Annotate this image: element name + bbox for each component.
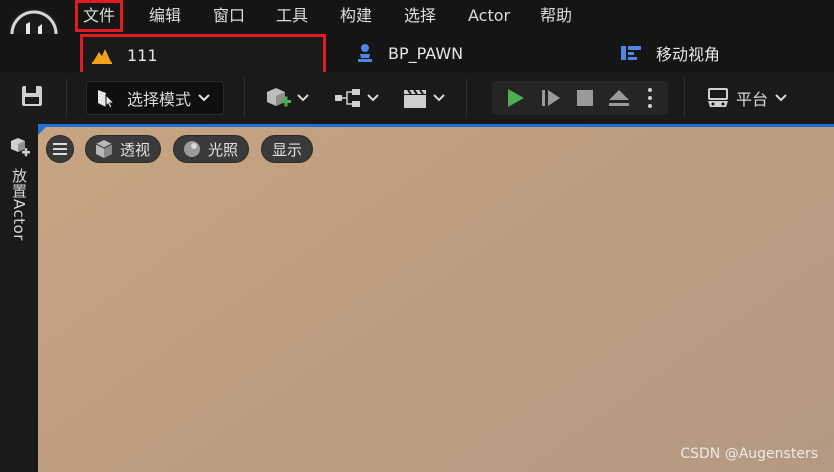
platforms-label: 平台 [736, 90, 769, 109]
play-controls [492, 81, 668, 115]
left-mode-panel: 放置Actor [0, 124, 38, 472]
cinematics-button[interactable] [402, 81, 446, 115]
place-actor-label[interactable]: 放置Actor [9, 168, 30, 241]
toolbar-separator [684, 78, 685, 118]
select-mode-icon [95, 87, 117, 109]
save-icon [20, 84, 44, 112]
add-cube-icon [264, 85, 292, 111]
add-actor-button[interactable] [264, 81, 310, 115]
clapperboard-icon [402, 87, 428, 109]
viewport-options-button[interactable] [46, 135, 74, 163]
perspective-label: 透视 [120, 140, 151, 159]
menu-bar: 文件 编辑 窗口 工具 构建 选择 Actor 帮助 [0, 0, 834, 60]
lighting-label: 光照 [208, 140, 239, 159]
lit-sphere-icon [182, 139, 202, 159]
level-icon [91, 46, 113, 64]
level-viewport[interactable]: 透视 光照 显示 CSDN @Augensters [38, 124, 834, 472]
blueprint-icon [620, 44, 642, 62]
watermark-text: CSDN @Augensters [680, 446, 818, 462]
tab-bp-pawn[interactable]: BP_PAWN [356, 34, 463, 72]
play-button[interactable] [498, 81, 532, 115]
chevron-down-icon [774, 93, 788, 103]
more-vertical-icon [647, 87, 653, 109]
select-mode-label: 选择模式 [127, 90, 192, 109]
toolbar-separator [66, 78, 67, 118]
stop-icon [575, 88, 595, 108]
chevron-down-icon [296, 93, 310, 103]
menu-item-edit[interactable]: 编辑 [149, 0, 181, 32]
blueprint-menu-button[interactable] [334, 81, 380, 115]
pawn-icon [356, 43, 374, 63]
perspective-view-button[interactable]: 透视 [85, 135, 161, 163]
unreal-editor-window: 文件 编辑 窗口 工具 构建 选择 Actor 帮助 111 BP_PAWN 移… [0, 0, 834, 472]
platform-gamepad-icon [706, 87, 730, 109]
view-mode-lit-button[interactable]: 光照 [173, 135, 249, 163]
step-forward-icon [540, 87, 562, 109]
hamburger-menu-icon [53, 143, 67, 155]
eject-button[interactable] [602, 81, 636, 115]
perspective-cube-icon [94, 139, 114, 159]
menu-item-actor[interactable]: Actor [468, 0, 510, 32]
chevron-down-icon [366, 93, 380, 103]
viewport-corner-marker [38, 127, 46, 135]
tab-row: 111 BP_PAWN 移动视角 [0, 34, 834, 76]
place-actor-icon [9, 136, 31, 158]
menu-item-select[interactable]: 选择 [404, 0, 436, 32]
node-graph-icon [334, 87, 362, 109]
chevron-down-icon [432, 93, 446, 103]
menu-item-help[interactable]: 帮助 [540, 0, 572, 32]
play-options-button[interactable] [638, 81, 662, 115]
eject-icon [608, 88, 630, 108]
menu-item-window[interactable]: 窗口 [213, 0, 245, 32]
place-actor-button[interactable] [9, 136, 31, 162]
toolbar-separator [466, 78, 467, 118]
play-icon [504, 87, 526, 109]
show-flags-button[interactable]: 显示 [261, 135, 313, 163]
tab-label: 111 [127, 45, 158, 65]
tab-label: BP_PAWN [388, 43, 464, 63]
tab-level-111[interactable]: 111 [80, 34, 326, 76]
toolbar-separator [244, 78, 245, 118]
save-button[interactable] [20, 81, 44, 115]
tab-move-view[interactable]: 移动视角 [620, 34, 720, 72]
platforms-dropdown[interactable]: 平台 [706, 81, 788, 115]
tab-label: 移动视角 [656, 45, 721, 64]
main-toolbar: 选择模式 平台 [0, 72, 834, 124]
menu-item-tools[interactable]: 工具 [276, 0, 308, 32]
show-label: 显示 [271, 140, 302, 159]
advance-frame-button[interactable] [534, 81, 568, 115]
menu-item-build[interactable]: 构建 [340, 0, 372, 32]
menu-item-file[interactable]: 文件 [75, 0, 124, 32]
stop-button[interactable] [568, 81, 602, 115]
select-mode-dropdown[interactable]: 选择模式 [86, 81, 224, 115]
chevron-down-icon [197, 93, 211, 103]
